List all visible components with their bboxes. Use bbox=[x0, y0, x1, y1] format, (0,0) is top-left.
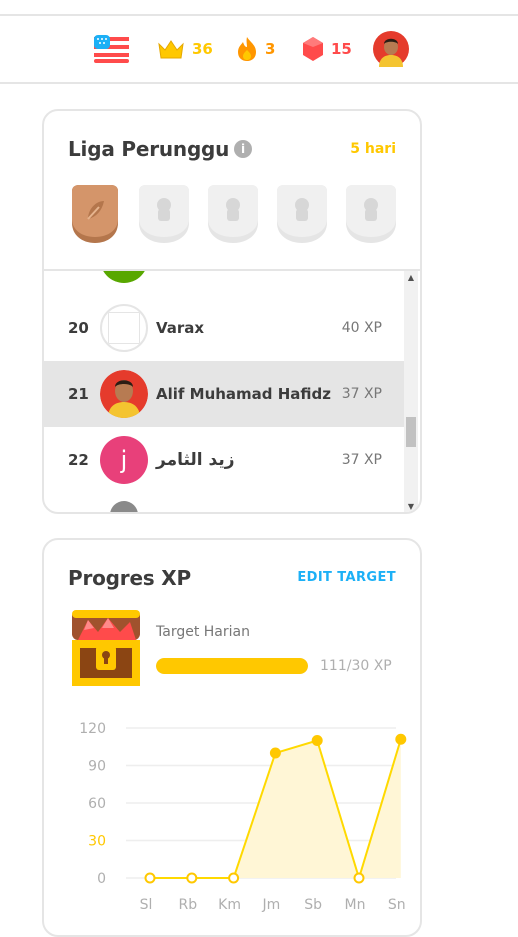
gem-icon bbox=[303, 37, 323, 61]
league-title: Liga Perunggu bbox=[68, 137, 230, 161]
user-name: Alif Muhamad Hafidz bbox=[156, 385, 332, 403]
chart-ytick-label: 30 bbox=[88, 834, 106, 850]
chart-xtick-label: Mn bbox=[345, 897, 366, 913]
chart-xtick-label: Sn bbox=[388, 897, 406, 913]
chart-ytick-label: 0 bbox=[97, 871, 106, 887]
crown-icon bbox=[158, 40, 184, 59]
locked-league-icon bbox=[346, 185, 396, 243]
info-icon[interactable]: i bbox=[234, 140, 252, 158]
chart-xtick-label: Jm bbox=[262, 897, 281, 913]
locked-league-icon bbox=[208, 185, 258, 243]
scroll-up-arrow-icon[interactable]: ▲ bbox=[404, 271, 418, 285]
leaderboard-row[interactable]: 22 j زيد الثامر 37 XP bbox=[44, 427, 406, 493]
stats-header: 36 3 15 bbox=[0, 16, 518, 84]
user-name: Varax bbox=[156, 319, 205, 337]
leaderboard-row-current-user[interactable]: 21 Alif Muhamad Hafidz 37 XP bbox=[44, 361, 406, 427]
days-left: 5 hari bbox=[350, 141, 396, 157]
chart-area bbox=[150, 739, 401, 878]
avatar-photo-icon bbox=[100, 370, 148, 418]
avatar-icon bbox=[373, 31, 409, 67]
chart-data-point bbox=[269, 747, 281, 759]
user-avatar bbox=[100, 370, 148, 418]
partial-avatar bbox=[110, 501, 138, 512]
scroll-thumb[interactable] bbox=[406, 417, 416, 447]
avatar-letter: j bbox=[120, 446, 128, 474]
daily-target-value: 111/30 XP bbox=[320, 658, 392, 674]
chart-data-point bbox=[311, 735, 323, 746]
bronze-league-icon bbox=[72, 185, 118, 243]
leaderboard-scrollbar[interactable]: ▲ ▼ bbox=[404, 271, 418, 512]
user-xp: 40 XP bbox=[341, 320, 382, 336]
partial-avatar bbox=[100, 271, 148, 283]
fire-icon bbox=[238, 37, 256, 61]
user-xp: 37 XP bbox=[341, 452, 382, 468]
chart-data-point bbox=[228, 872, 240, 884]
daily-target-label: Target Harian bbox=[156, 624, 250, 640]
profile-avatar[interactable] bbox=[373, 16, 409, 82]
user-avatar: j bbox=[100, 436, 148, 484]
chart-data-point bbox=[395, 733, 407, 745]
row-rank: 22 bbox=[68, 451, 89, 469]
locked-league-icon bbox=[139, 185, 189, 243]
daily-target-bar bbox=[156, 658, 308, 674]
chart-data-point bbox=[353, 872, 365, 884]
treasure-chest-icon bbox=[72, 610, 140, 686]
xp-chart: 0 30 60 90 120 Sl Rb Km Jm Sb Mn Sn bbox=[79, 721, 407, 913]
us-flag-icon bbox=[94, 35, 129, 63]
crowns-counter[interactable]: 36 bbox=[157, 16, 213, 82]
crowns-count: 36 bbox=[192, 40, 213, 58]
scroll-down-arrow-icon[interactable]: ▼ bbox=[404, 500, 418, 512]
user-avatar bbox=[100, 304, 148, 352]
chart-ytick-label: 60 bbox=[88, 796, 106, 812]
user-name: زيد الثامر bbox=[156, 450, 235, 470]
chart-data-point bbox=[186, 872, 198, 884]
progress-title: Progres XP bbox=[68, 566, 191, 590]
league-badges bbox=[68, 185, 398, 245]
row-rank: 20 bbox=[68, 319, 89, 337]
chart-xtick-label: Sl bbox=[140, 897, 153, 913]
locked-league-icon bbox=[277, 185, 327, 243]
avatar-placeholder bbox=[108, 312, 140, 344]
league-card: Liga Perunggu i 5 hari 20 Varax 40 XP 21… bbox=[42, 109, 422, 514]
chart-data-point bbox=[144, 872, 156, 884]
chart-xtick-label: Km bbox=[218, 897, 241, 913]
chart-xtick-label: Sb bbox=[304, 897, 322, 913]
chart-xtick-label: Rb bbox=[178, 897, 197, 913]
edit-target-button[interactable]: EDIT TARGET bbox=[297, 570, 396, 585]
row-rank: 21 bbox=[68, 385, 89, 403]
leaderboard-list: 20 Varax 40 XP 21 Alif Muhamad Hafidz 37… bbox=[44, 271, 406, 512]
user-xp: 37 XP bbox=[341, 386, 382, 402]
daily-target-bar-fill bbox=[156, 658, 308, 674]
gems-counter[interactable]: 15 bbox=[302, 16, 352, 82]
xp-progress-card: Progres XP EDIT TARGET Target Harian 111… bbox=[42, 538, 422, 937]
streak-count: 3 bbox=[265, 40, 276, 58]
chart-ytick-label: 90 bbox=[88, 759, 106, 775]
gems-count: 15 bbox=[331, 40, 352, 58]
leaderboard-row[interactable]: 20 Varax 40 XP bbox=[44, 295, 406, 361]
streak-counter[interactable]: 3 bbox=[236, 16, 275, 82]
language-flag[interactable] bbox=[94, 16, 129, 82]
chart-ytick-label: 120 bbox=[79, 721, 106, 737]
